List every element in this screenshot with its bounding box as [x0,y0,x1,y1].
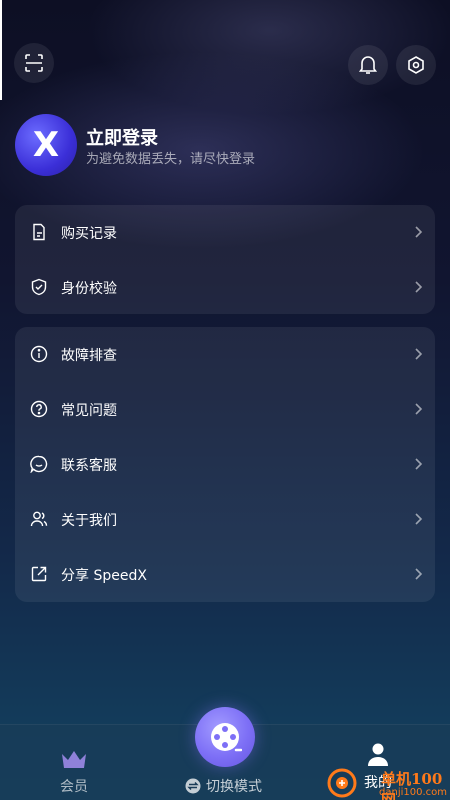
settings-hex-icon [408,56,424,74]
menu-item-label: 常见问题 [61,402,117,419]
film-reel-icon [211,723,242,752]
info-icon [30,345,48,363]
menu-item-label: 购买记录 [61,225,117,242]
chat-icon [30,455,48,473]
document-icon [33,223,45,241]
notification-button[interactable] [348,45,388,85]
scan-button[interactable] [14,43,54,83]
chevron-right-icon [415,513,423,525]
chevron-right-icon [415,458,423,470]
menu-item-label: 身份校验 [61,280,117,297]
menu-card-support: 故障排查 常见问题 联系客服 关于我们 分享 SpeedX [15,327,435,602]
menu-item-label: 关于我们 [61,512,117,529]
avatar[interactable]: X [15,114,77,176]
swap-icon [185,778,201,794]
menu-item-about-us[interactable]: 关于我们 [15,492,435,547]
users-icon [30,511,48,527]
chevron-right-icon [415,568,423,580]
tab-vip-label: 会员 [60,779,88,795]
chevron-right-icon [415,281,423,293]
menu-item-label: 分享 SpeedX [61,567,147,584]
chevron-right-icon [415,348,423,360]
crown-icon [62,751,86,768]
menu-item-faq[interactable]: 常见问题 [15,382,435,437]
menu-item-label: 联系客服 [61,457,117,474]
switch-mode-label: 切换模式 [206,779,262,795]
menu-item-share[interactable]: 分享 SpeedX [15,547,435,602]
menu-item-contact-support[interactable]: 联系客服 [15,437,435,492]
chevron-right-icon [415,403,423,415]
menu-item-identity-verify[interactable]: 身份校验 [15,260,435,315]
question-icon [30,400,48,418]
scan-icon [25,54,43,72]
menu-item-label: 故障排查 [61,347,117,364]
tab-vip[interactable]: 会员 [40,748,108,796]
center-mode-button[interactable] [195,707,255,767]
person-icon [368,743,388,766]
settings-button[interactable] [396,45,436,85]
watermark-logo-icon [327,768,357,798]
bell-icon [359,56,377,74]
site-watermark: 单机100网 danji100.com [325,766,450,800]
watermark-url: danji100.com [379,787,447,798]
login-subtitle: 为避免数据丢失，请尽快登录 [86,152,256,167]
left-edge-strip [0,0,2,100]
menu-item-purchase-records[interactable]: 购买记录 [15,205,435,260]
menu-card-account: 购买记录 身份校验 [15,205,435,314]
chevron-right-icon [415,226,423,238]
avatar-letter: X [32,125,60,165]
menu-item-troubleshoot[interactable]: 故障排查 [15,327,435,382]
login-title[interactable]: 立即登录 [86,124,158,150]
switch-mode-button[interactable]: 切换模式 [185,776,262,796]
shield-check-icon [31,278,47,296]
share-icon [31,566,47,582]
